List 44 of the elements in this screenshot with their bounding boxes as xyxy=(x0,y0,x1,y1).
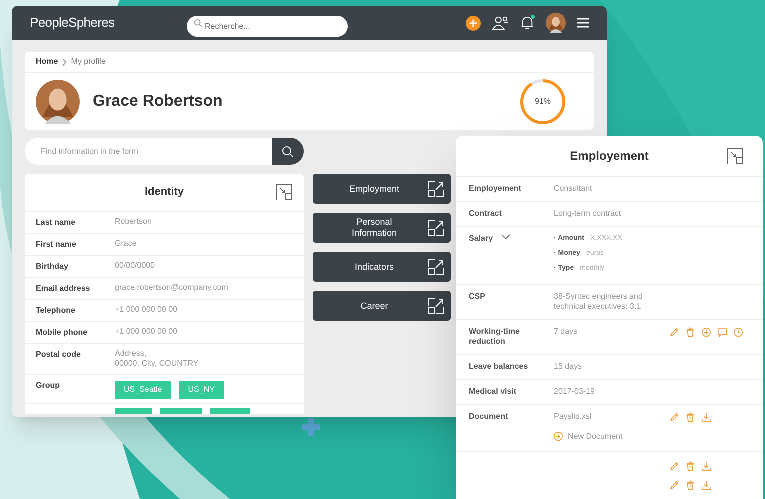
field-value: Address, 00000, City, COUNTRY xyxy=(115,349,199,369)
field-label: Last name xyxy=(36,217,77,228)
field-label: Postal code xyxy=(36,349,82,361)
field-value: Robertson xyxy=(115,217,152,228)
field-label: Group xyxy=(36,380,61,392)
section-button[interactable]: Career xyxy=(313,291,451,321)
field-value: 15 days xyxy=(554,362,582,371)
field-label: First name xyxy=(36,239,78,250)
logo: PeopleSpheres xyxy=(30,15,115,30)
field-label: Working-time reduction xyxy=(469,327,521,347)
field-value: 38-Syntec engineers and technical executives: 3.1 xyxy=(554,292,643,311)
field-label: CSP xyxy=(469,292,486,302)
search-field[interactable]: Recherche... xyxy=(187,16,348,36)
progress-reading: 91% xyxy=(534,96,551,108)
field-label: Email address xyxy=(36,283,92,294)
card-title: Identity xyxy=(144,185,184,200)
field-value: grace.robertson@company.com xyxy=(115,283,228,294)
field-value: Long-term contract xyxy=(554,209,622,218)
field-label: Contract xyxy=(469,209,502,219)
field-label: Telephone xyxy=(36,305,76,316)
field-value: 00/00/0000 xyxy=(115,261,156,272)
breadcrumb-link[interactable]: My profile xyxy=(71,56,106,68)
field-label: Medical visit xyxy=(469,387,517,397)
field-label: Leave balances xyxy=(469,362,528,372)
field-label: Employement xyxy=(469,184,522,194)
field-value: 2017-03-19 xyxy=(554,387,595,396)
field-label: Birthday xyxy=(36,261,70,272)
field-value: 7 days xyxy=(554,327,578,336)
field-label: Mobile phone xyxy=(36,327,89,338)
field-value: Consultant xyxy=(554,184,592,193)
group-tag: US_Seatle xyxy=(115,381,172,399)
section-button[interactable]: Employment xyxy=(313,174,451,204)
field-value: +1 000 000 00 00 xyxy=(115,305,178,316)
group-tag: US_NY xyxy=(179,381,224,399)
form-search-field[interactable]: Find information in the form xyxy=(25,138,272,165)
field-label: Document xyxy=(469,412,508,422)
field-value: +1 000 000 00 00 xyxy=(115,327,178,338)
profile-name: Grace Robertson xyxy=(93,92,223,112)
field-label: Salary xyxy=(469,234,494,244)
field-value: Grace xyxy=(115,239,137,250)
breadcrumb-link[interactable]: Home xyxy=(36,56,58,68)
panel-title: Employement xyxy=(570,148,649,165)
section-button[interactable]: Indicators xyxy=(313,252,451,282)
section-button[interactable]: Personal Information xyxy=(313,213,451,243)
